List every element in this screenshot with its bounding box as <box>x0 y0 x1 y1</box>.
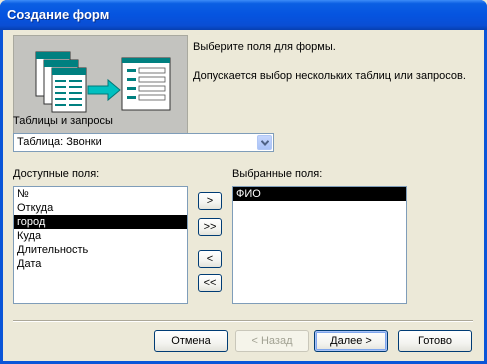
available-fields-label: Доступные поля: <box>13 168 100 180</box>
list-item[interactable]: Куда <box>14 229 187 243</box>
next-button[interactable]: Далее > <box>314 330 388 352</box>
tables-combobox[interactable]: Таблица: Звонки <box>13 133 274 152</box>
remove-all-fields-button[interactable]: << <box>198 274 222 292</box>
add-field-button[interactable]: > <box>198 192 222 210</box>
finish-button[interactable]: Готово <box>398 330 472 352</box>
title-bar[interactable]: Создание форм <box>0 0 487 30</box>
window-title: Создание форм <box>7 7 110 22</box>
dialog-body: Выберите поля для формы. Допускается выб… <box>3 30 484 361</box>
list-item[interactable]: Дата <box>14 257 187 271</box>
selected-fields-label: Выбранные поля: <box>232 168 323 180</box>
selected-fields-list[interactable]: ФИО <box>232 186 407 304</box>
available-fields-list[interactable]: № Откуда город Куда Длительность Дата <box>13 186 188 304</box>
tables-label: Таблицы и запросы <box>13 115 113 127</box>
cancel-button[interactable]: Отмена <box>154 330 228 352</box>
list-item[interactable]: ФИО <box>233 187 406 201</box>
remove-field-button[interactable]: < <box>198 250 222 268</box>
list-item[interactable]: Длительность <box>14 243 187 257</box>
add-all-fields-button[interactable]: >> <box>198 218 222 236</box>
chevron-down-icon[interactable] <box>257 135 272 150</box>
wizard-window: Создание форм Выберите поля для формы. Д… <box>0 0 487 364</box>
list-item[interactable]: Откуда <box>14 201 187 215</box>
tables-combobox-value: Таблица: Звонки <box>17 136 102 148</box>
list-item[interactable]: № <box>14 187 187 201</box>
list-item[interactable]: город <box>14 215 187 229</box>
banner-instruction: Выберите поля для формы. <box>193 41 336 53</box>
footer-divider <box>13 320 473 322</box>
banner-hint: Допускается выбор нескольких таблиц или … <box>193 70 466 82</box>
back-button[interactable]: < Назад <box>235 330 309 352</box>
